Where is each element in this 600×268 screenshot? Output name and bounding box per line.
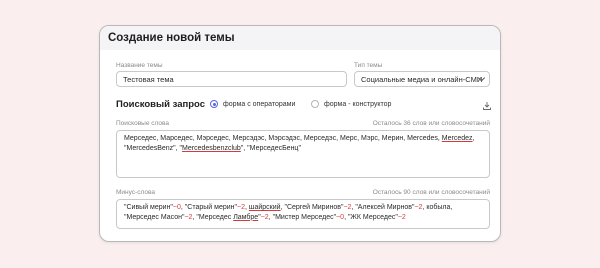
create-theme-dialog: Создание новой темы Название темы Тестов… bbox=[99, 25, 501, 242]
download-icon[interactable] bbox=[482, 101, 492, 111]
misspelled-word: шайрский bbox=[248, 204, 281, 211]
minus-phrase: "Сивый мерин" bbox=[124, 204, 173, 211]
search-words-text: , bbox=[472, 135, 475, 142]
minus-phrase: , "Сергей Миринов" bbox=[280, 204, 344, 211]
search-query-title: Поисковый запрос bbox=[116, 99, 206, 110]
radio-operators-form[interactable]: форма с операторами bbox=[210, 100, 295, 108]
theme-type-value: Социальные медиа и онлайн-СМИ bbox=[361, 74, 483, 84]
minus-words-textarea[interactable]: "Сивый мерин"~0, "Старый мерин"~2, шайрс… bbox=[116, 199, 490, 229]
theme-name-input[interactable]: Тестовая тема bbox=[116, 71, 347, 87]
radio-selected-icon bbox=[210, 100, 218, 108]
minus-words-line-2: "Мерседес Масон"~2, "Мерседес Ламбре"~2,… bbox=[124, 213, 482, 223]
radio-constructor-form[interactable]: форма - конструктор bbox=[311, 100, 391, 108]
theme-type-select[interactable]: Социальные медиа и онлайн-СМИ bbox=[354, 71, 490, 87]
search-words-line-1: Мерседес, Марседес, Мэрседес, Мерсэдэс, … bbox=[124, 134, 482, 144]
proximity-operator: ~2 bbox=[397, 213, 406, 221]
minus-phrase: , "Старый мерин" bbox=[180, 204, 237, 211]
search-words-label: Поисковые слова bbox=[116, 120, 169, 127]
radio-constructor-label: форма - конструктор bbox=[324, 100, 392, 108]
search-words-text: Мерседес, Марседес, Мэрседес, Мерсэдэс, … bbox=[124, 135, 442, 142]
misspelled-word: Mercedesbenzclub bbox=[182, 144, 241, 152]
minus-phrase: , "ЖК Мерседес" bbox=[344, 213, 398, 221]
proximity-operator: ~2 bbox=[237, 204, 245, 211]
minus-phrase: , "Алексей Мирнов" bbox=[351, 204, 415, 211]
radio-unselected-icon bbox=[311, 100, 319, 108]
minus-phrase: , кобыла, bbox=[422, 204, 453, 211]
radio-operators-label: форма с операторами bbox=[223, 100, 296, 108]
search-words-counter: Осталось 36 слов или словосочетаний bbox=[372, 120, 490, 127]
misspelled-word: Ламбре bbox=[233, 213, 259, 221]
proximity-operator: ~2 bbox=[260, 213, 269, 221]
search-words-text: "MercedesBenz", " bbox=[124, 144, 183, 152]
search-words-textarea[interactable]: Мерседес, Марседес, Мэрседес, Мерсэдэс, … bbox=[116, 130, 490, 178]
proximity-operator: ~0 bbox=[172, 204, 181, 211]
minus-phrase: "Мерседес Масон" bbox=[124, 213, 185, 221]
misspelled-word: Mercedez bbox=[441, 135, 473, 142]
search-words-line-2: "MercedesBenz", "Mercedesbenzclub", "Мер… bbox=[124, 144, 482, 154]
proximity-operator: ~0 bbox=[336, 213, 345, 221]
dialog-title: Создание новой темы bbox=[100, 26, 500, 50]
theme-type-label: Тип темы bbox=[354, 62, 383, 69]
minus-words-line-1: "Сивый мерин"~0, "Старый мерин"~2, шайрс… bbox=[124, 203, 482, 213]
search-words-text: ", "МерседесБенц" bbox=[240, 144, 301, 152]
theme-name-value: Тестовая тема bbox=[123, 74, 174, 84]
minus-phrase: , "Мистер Мерседес" bbox=[268, 213, 337, 221]
minus-words-counter: Осталось 90 слов или словосочетаний bbox=[372, 189, 490, 196]
minus-words-label: Минус-слова bbox=[116, 189, 155, 196]
minus-phrase: , "Мерседес bbox=[192, 213, 234, 221]
theme-name-label: Название темы bbox=[116, 62, 163, 69]
